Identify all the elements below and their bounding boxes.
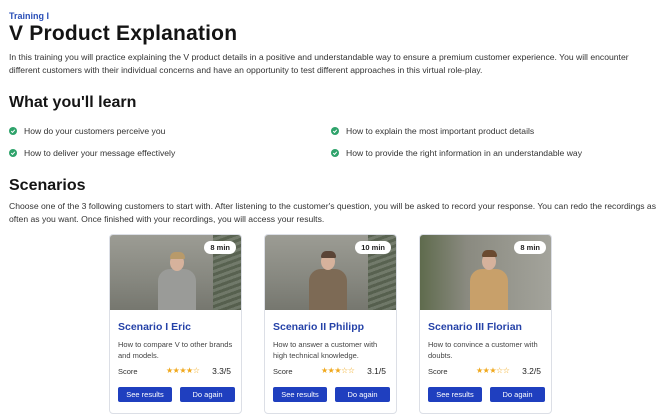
person-hair	[169, 252, 185, 259]
see-results-button[interactable]: See results	[118, 387, 172, 402]
score-label: Score	[273, 367, 293, 376]
see-results-button[interactable]: See results	[273, 387, 327, 402]
scenario-text: How to convince a customer with doubts.	[428, 340, 538, 360]
scenario-text: How to answer a customer with high techn…	[273, 340, 378, 360]
learn-item: How to provide the right information in …	[331, 148, 582, 158]
person-hair	[320, 251, 336, 258]
do-again-button[interactable]: Do again	[335, 387, 390, 402]
learn-section-title: What you'll learn	[9, 94, 137, 111]
duration-badge: 10 min	[355, 241, 391, 254]
check-icon	[331, 127, 339, 135]
scenario-title[interactable]: Scenario II Philipp	[273, 321, 364, 333]
check-icon	[9, 127, 17, 135]
learn-item: How do your customers perceive you	[9, 126, 165, 136]
star-rating: ★★★☆☆	[476, 366, 510, 375]
learn-item: How to explain the most important produc…	[331, 126, 534, 136]
check-icon	[331, 149, 339, 157]
scenario-title[interactable]: Scenario I Eric	[118, 321, 191, 333]
do-again-button[interactable]: Do again	[180, 387, 235, 402]
scenario-title[interactable]: Scenario III Florian	[428, 321, 522, 333]
breadcrumb[interactable]: Training I	[9, 11, 49, 21]
score-value: 3.2/5	[522, 366, 541, 376]
learn-item-label: How to provide the right information in …	[346, 148, 582, 158]
scenario-text: How to compare V to other brands and mod…	[118, 340, 233, 360]
scenario-card-florian[interactable]: 8 min Scenario III Florian How to convin…	[419, 234, 552, 414]
scenario-thumbnail[interactable]: 10 min	[265, 235, 396, 310]
score-value: 3.3/5	[212, 366, 231, 376]
learn-item-label: How to explain the most important produc…	[346, 126, 535, 136]
do-again-button[interactable]: Do again	[490, 387, 545, 402]
scenarios-section-title: Scenarios	[9, 177, 86, 194]
score-value: 3.1/5	[367, 366, 386, 376]
scenario-thumbnail[interactable]: 8 min	[420, 235, 551, 310]
score-label: Score	[428, 367, 448, 376]
person-figure	[470, 269, 508, 310]
person-hair	[481, 250, 497, 257]
scenario-card-eric[interactable]: 8 min Scenario I Eric How to compare V t…	[109, 234, 242, 414]
learn-item-label: How to deliver your message effectively	[24, 148, 176, 158]
duration-badge: 8 min	[204, 241, 236, 254]
intro-text: In this training you will practice expla…	[9, 52, 629, 75]
learn-item-label: How do your customers perceive you	[24, 126, 166, 136]
check-icon	[9, 149, 17, 157]
person-figure	[158, 269, 196, 310]
score-label: Score	[118, 367, 138, 376]
see-results-button[interactable]: See results	[428, 387, 482, 402]
duration-badge: 8 min	[514, 241, 546, 254]
page-title: V Product Explanation	[9, 22, 238, 45]
star-rating: ★★★★☆	[166, 366, 200, 375]
scenario-thumbnail[interactable]: 8 min	[110, 235, 241, 310]
star-rating: ★★★☆☆	[321, 366, 355, 375]
scenario-card-philipp[interactable]: 10 min Scenario II Philipp How to answer…	[264, 234, 397, 414]
learn-item: How to deliver your message effectively	[9, 148, 175, 158]
scenarios-description: Choose one of the 3 following customers …	[9, 201, 657, 224]
person-figure	[309, 269, 347, 310]
